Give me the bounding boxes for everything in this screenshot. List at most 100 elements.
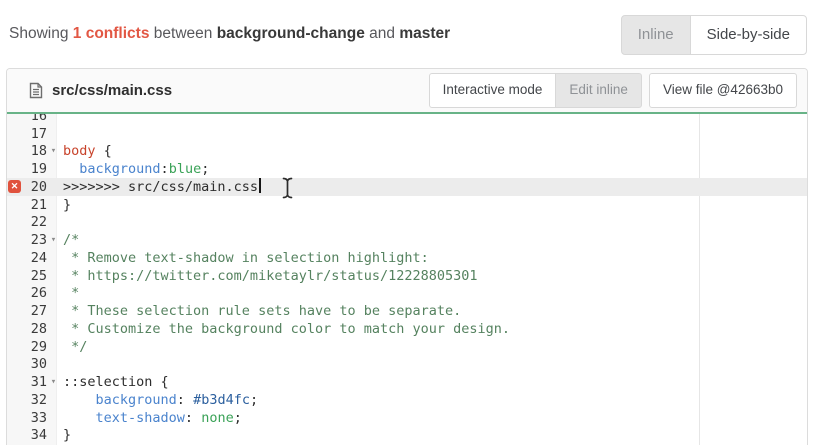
code-line-text[interactable]: background:blue; [60, 161, 209, 177]
summary-between: between [154, 25, 213, 42]
file-panel-header: src/css/main.css Interactive mode Edit i… [7, 69, 807, 114]
code-line-text[interactable]: background: #b3d4fc; [60, 392, 258, 408]
code-line-25[interactable]: 25 * https://twitter.com/miketaylr/statu… [7, 267, 807, 285]
code-token: background [79, 161, 160, 177]
line-number[interactable]: 16 [23, 114, 47, 124]
code-line-text[interactable]: * https://twitter.com/miketaylr/status/1… [60, 268, 478, 284]
code-token: background [96, 392, 177, 408]
code-token: * https://twitter.com/miketaylr/status/1… [63, 268, 478, 284]
code-token: ; [234, 410, 242, 426]
fold-arrow-icon[interactable]: ▾ [47, 147, 60, 156]
code-token: { [96, 143, 112, 159]
line-number[interactable]: 33 [23, 410, 47, 426]
line-number[interactable]: 23 [23, 232, 47, 248]
code-line-text[interactable]: * Customize the background color to matc… [60, 321, 510, 337]
code-line-34[interactable]: 34} [7, 427, 807, 445]
code-line-text[interactable]: } [60, 197, 71, 213]
code-line-26[interactable]: 26 * [7, 285, 807, 303]
code-token: } [63, 197, 71, 213]
code-line-17[interactable]: 17 [7, 125, 807, 143]
line-number[interactable]: 28 [23, 321, 47, 337]
edit-mode-button-group: Interactive mode Edit inline [429, 73, 642, 108]
code-token: none [201, 410, 234, 426]
code-line-33[interactable]: 33 text-shadow: none; [7, 409, 807, 427]
code-line-text[interactable]: text-shadow: none; [60, 410, 242, 426]
line-number[interactable]: 21 [23, 197, 47, 213]
code-line-16[interactable]: 16 [7, 114, 807, 125]
code-token: */ [63, 339, 87, 355]
file-icon [29, 82, 43, 99]
code-line-23[interactable]: 23▾/* [7, 231, 807, 249]
code-line-text[interactable]: ::selection { [60, 374, 169, 390]
view-mode-toggle: Inline Side-by-side [621, 15, 807, 55]
code-token: text-shadow [96, 410, 185, 426]
code-line-19[interactable]: 19 background:blue; [7, 160, 807, 178]
code-token: #b3d4fc [193, 392, 250, 408]
inline-toggle-button[interactable]: Inline [621, 15, 691, 55]
line-number[interactable]: 27 [23, 303, 47, 319]
line-number[interactable]: 30 [23, 356, 47, 372]
code-line-text[interactable]: /* [60, 232, 79, 248]
code-line-text[interactable]: * These selection rule sets have to be s… [60, 303, 461, 319]
code-token: * [63, 285, 79, 301]
code-line-31[interactable]: 31▾::selection { [7, 373, 807, 391]
code-line-29[interactable]: 29 */ [7, 338, 807, 356]
code-line-30[interactable]: 30 [7, 356, 807, 374]
code-token: >>>>>>> src/css/main.css [63, 179, 258, 195]
line-number[interactable]: 31 [23, 374, 47, 390]
code-line-text[interactable]: * [60, 285, 79, 301]
line-number[interactable]: 34 [23, 427, 47, 443]
code-token [63, 161, 79, 177]
file-name: src/css/main.css [52, 82, 172, 99]
target-branch: master [399, 25, 450, 42]
code-token: blue [169, 161, 202, 177]
code-token: /* [63, 232, 79, 248]
code-token [63, 410, 96, 426]
merge-conflicts-page: { "summary": { "prefix": "Showing", "con… [0, 0, 816, 444]
code-line-text[interactable]: */ [60, 339, 87, 355]
code-line-text[interactable]: * Remove text-shadow in selection highli… [60, 250, 429, 266]
code-line-27[interactable]: 27 * These selection rule sets have to b… [7, 302, 807, 320]
edit-inline-button[interactable]: Edit inline [555, 73, 642, 108]
view-file-button[interactable]: View file @42663b0 [649, 73, 797, 108]
interactive-mode-button[interactable]: Interactive mode [429, 73, 557, 108]
fold-arrow-icon[interactable]: ▾ [47, 236, 60, 245]
side-by-side-toggle-button[interactable]: Side-by-side [690, 15, 807, 55]
code-line-text[interactable]: body { [60, 143, 112, 159]
code-line-24[interactable]: 24 * Remove text-shadow in selection hig… [7, 249, 807, 267]
line-number[interactable]: 26 [23, 285, 47, 301]
line-number[interactable]: 17 [23, 126, 47, 142]
code-line-32[interactable]: 32 background: #b3d4fc; [7, 391, 807, 409]
line-number[interactable]: 29 [23, 339, 47, 355]
code-line-22[interactable]: 22 [7, 214, 807, 232]
summary-and: and [369, 25, 395, 42]
code-token: * Customize the background color to matc… [63, 321, 510, 337]
code-token: : [161, 161, 169, 177]
code-token: body [63, 143, 96, 159]
line-number[interactable]: 24 [23, 250, 47, 266]
line-number[interactable]: 19 [23, 161, 47, 177]
file-header-actions: Interactive mode Edit inline View file @… [429, 73, 797, 108]
code-editor[interactable]: 161718▾body {19 background:blue;✕20>>>>>… [7, 114, 807, 445]
code-token: ; [250, 392, 258, 408]
fold-arrow-icon[interactable]: ▾ [47, 378, 60, 387]
code-line-20[interactable]: ✕20>>>>>>> src/css/main.css [7, 178, 807, 196]
line-number[interactable]: 22 [23, 214, 47, 230]
line-number[interactable]: 25 [23, 268, 47, 284]
code-token [63, 392, 96, 408]
source-branch: background-change [217, 25, 365, 42]
conflicts-summary: Showing 1 conflicts between background-c… [9, 25, 450, 43]
file-panel: src/css/main.css Interactive mode Edit i… [6, 68, 808, 445]
code-line-18[interactable]: 18▾body { [7, 143, 807, 161]
line-number[interactable]: 18 [23, 143, 47, 159]
line-number[interactable]: 32 [23, 392, 47, 408]
code-token: } [63, 427, 71, 443]
code-token: ::selection { [63, 374, 169, 390]
code-line-text[interactable]: } [60, 427, 71, 443]
code-token: : [185, 410, 201, 426]
line-number[interactable]: 20 [23, 179, 47, 195]
file-label: src/css/main.css [29, 82, 172, 99]
code-line-text[interactable]: >>>>>>> src/css/main.css [60, 178, 261, 195]
code-line-28[interactable]: 28 * Customize the background color to m… [7, 320, 807, 338]
code-line-21[interactable]: 21} [7, 196, 807, 214]
